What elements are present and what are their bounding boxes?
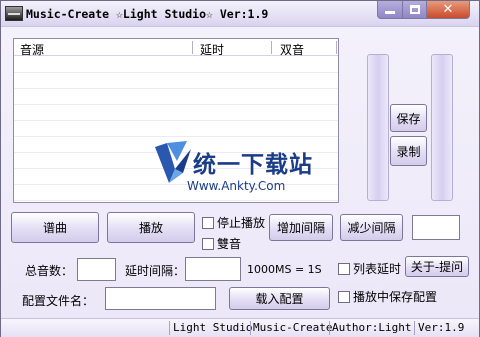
total-notes-label: 总音数： [25,264,74,278]
load-config-button[interactable]: 载入配置 [229,287,330,310]
config-file-label: 配置文件名： [22,294,95,308]
save-in-play-label: 播放中保存配置 [353,290,438,304]
double-tone-checkbox[interactable]: 雙音 [202,235,241,252]
checkbox-box[interactable] [202,237,214,250]
save-button[interactable]: 保存 [390,104,427,132]
stop-play-checkbox[interactable]: 停止播放 [202,214,265,231]
volume-slider-right[interactable] [431,54,453,201]
status-studio: Light Studio [173,321,253,334]
column-header-source[interactable]: 音源 [20,41,44,58]
status-author: Author:Light [332,321,412,334]
watermark: 统一下载站 Www.Ankty.Com [153,139,363,199]
volume-slider-left[interactable] [367,54,389,201]
play-button[interactable]: 播放 [107,212,195,243]
compose-button[interactable]: 谱曲 [11,212,99,243]
maximize-button[interactable] [402,1,427,19]
column-divider[interactable] [192,41,193,54]
column-divider[interactable] [336,41,337,54]
column-header-delay[interactable]: 延时 [200,41,224,58]
double-tone-label: 雙音 [217,237,242,251]
status-version: Ver:1.9 [418,321,465,334]
ms-note: 1000MS = 1S [247,263,322,276]
list-header: 音源 延时 双音 [14,39,338,58]
checkbox-box[interactable] [338,262,350,275]
minimize-button[interactable] [377,1,403,19]
status-app: Music-Create [253,321,333,334]
app-window: Music-Create ☆Light Studio☆ Ver:1.9 ✕ 音源… [0,0,480,337]
reduce-interval-button[interactable]: 减少间隔 [340,214,403,241]
status-divider [329,321,330,335]
window-title: Music-Create ☆Light Studio☆ Ver:1.9 [26,7,269,21]
list-delay-label: 列表延时 [353,262,402,276]
delay-interval-field[interactable] [185,257,241,281]
add-interval-button[interactable]: 增加间隔 [269,214,333,241]
close-button[interactable]: ✕ [426,1,470,19]
checkbox-box[interactable] [202,216,214,229]
watermark-brand: 统一下载站 [193,152,313,178]
stop-play-label: 停止播放 [217,216,266,230]
title-bar[interactable]: Music-Create ☆Light Studio☆ Ver:1.9 ✕ [1,1,479,27]
save-in-play-checkbox[interactable]: 播放中保存配置 [338,288,437,305]
minimize-icon [385,11,395,14]
status-divider [414,321,415,335]
total-notes-field[interactable] [77,258,116,281]
status-divider [169,321,170,335]
status-bar: Light Studio Music-Create Author:Light V… [1,318,479,337]
maximize-icon [409,5,420,14]
watermark-url: Www.Ankty.Com [187,179,286,193]
config-file-field[interactable] [105,287,216,310]
column-header-double[interactable]: 双音 [280,41,304,58]
checkbox-box[interactable] [338,290,350,303]
status-divider [250,321,251,335]
app-icon [5,6,23,21]
close-icon: ✕ [442,2,454,17]
record-button[interactable]: 录制 [390,136,427,166]
list-delay-checkbox[interactable]: 列表延时 [338,260,401,277]
interval-value-field[interactable] [412,215,460,240]
about-button[interactable]: 关于-提问 [405,256,469,277]
delay-interval-label: 延时间隔： [125,264,186,278]
column-divider[interactable] [271,41,272,54]
